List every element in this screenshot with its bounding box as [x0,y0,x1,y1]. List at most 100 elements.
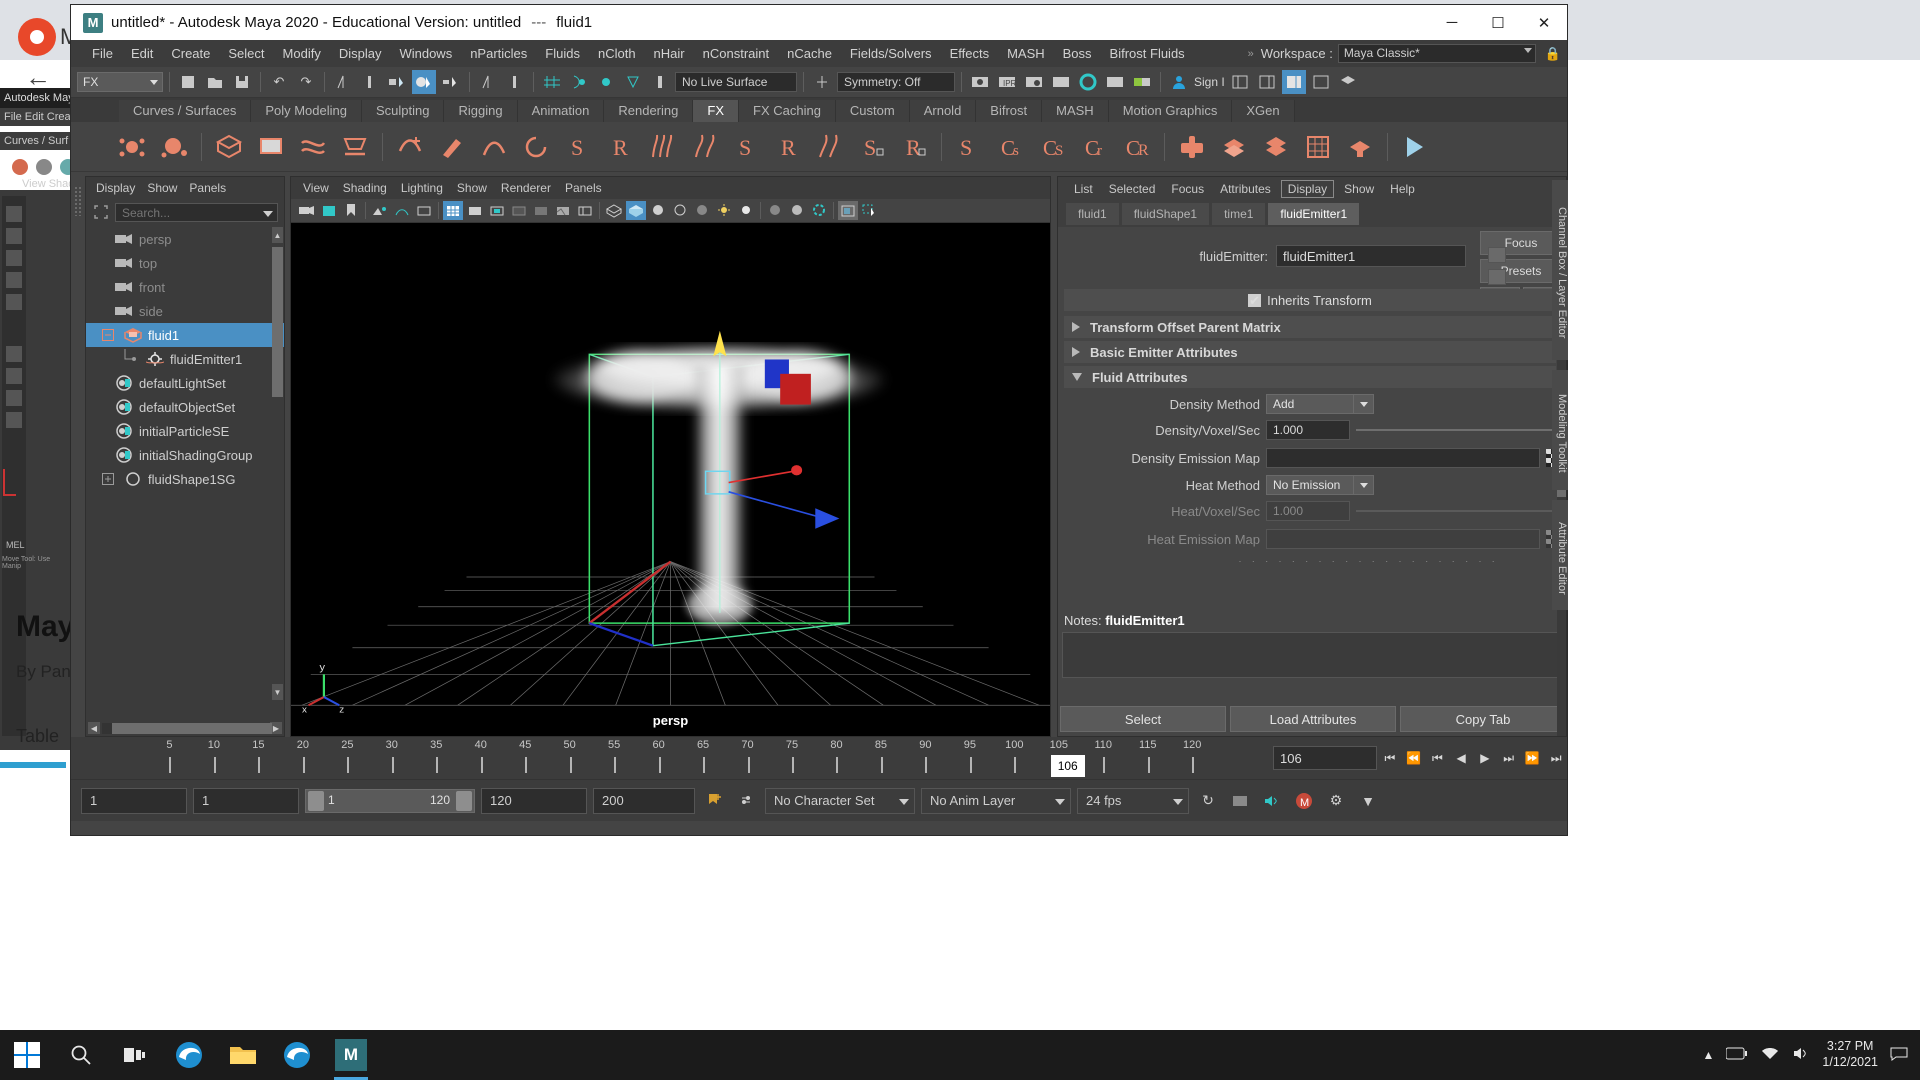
density-voxel-sec-field[interactable] [1266,420,1350,440]
animation-preferences-icon[interactable] [733,788,759,814]
render-settings-icon[interactable] [1022,70,1046,94]
open-scene-icon[interactable] [203,70,227,94]
go-to-end-icon[interactable]: ⏭ [1545,745,1567,771]
fluid-container-2d-icon[interactable]: Cs [996,132,1026,162]
save-scene-icon[interactable] [230,70,254,94]
ae-tab-time1[interactable]: time1 [1212,203,1266,225]
range-end-handle[interactable] [456,790,472,811]
user-account-icon[interactable] [1167,70,1191,94]
nhair-sim-r-icon[interactable]: R [899,132,929,162]
ae-tab-fluid1[interactable]: fluid1 [1066,203,1119,225]
ncloth-wave-icon[interactable] [298,132,328,162]
ao-icon[interactable] [692,201,712,220]
collapse-toggle-icon[interactable] [98,327,118,343]
material-display-icon[interactable] [670,201,690,220]
texture-display-icon[interactable] [648,201,668,220]
range-start-handle[interactable] [308,790,324,811]
grid-toggle-icon[interactable] [392,201,412,220]
wireframe-on-shaded-icon[interactable] [604,201,624,220]
expand-toggle-icon[interactable] [98,471,118,487]
inherits-transform-checkbox[interactable]: ✔ [1248,293,1262,307]
load-attributes-button[interactable]: Load Attributes [1230,706,1396,732]
search-input[interactable] [116,204,277,221]
taskbar-clock[interactable]: 3:27 PM 1/12/2021 [1822,1039,1878,1070]
shelf-tab-custom[interactable]: Custom [835,100,910,122]
ae-menu-display[interactable]: Display [1280,180,1335,198]
time-slider[interactable]: 5 10 15 20 25 30 35 40 45 50 55 60 65 70 75 80 85 90 95 100… [117,737,1267,779]
menu-bifrost-fluids[interactable]: Bifrost Fluids [1101,40,1194,67]
scroll-track[interactable] [102,722,272,734]
select-tool-icon[interactable] [412,70,436,94]
depth-of-field-icon[interactable] [787,201,807,220]
select-button[interactable]: Select [1060,706,1226,732]
menu-modify[interactable]: Modify [274,40,330,67]
select-by-object-icon[interactable] [358,70,382,94]
shelf-tab-fx[interactable]: FX [693,100,739,122]
go-to-start-icon[interactable]: ⏮ [1379,745,1401,771]
viewport-menu-renderer[interactable]: Renderer [501,181,551,195]
outliner-item-fluid1[interactable]: fluid1 [86,323,284,347]
outliner-item-initialshadinggroup[interactable]: initialShadingGroup [86,443,284,467]
new-scene-icon[interactable] [176,70,200,94]
shelf-tab-sculpting[interactable]: Sculpting [361,100,445,122]
outliner-item-side[interactable]: side [86,299,284,323]
shelf-tab-mash[interactable]: MASH [1042,100,1109,122]
lock-icon[interactable]: 🔒 [1545,46,1561,62]
menu-display[interactable]: Display [330,40,391,67]
shelf-tab-rigging[interactable]: Rigging [444,100,518,122]
shelf-tab-poly-modeling[interactable]: Poly Modeling [251,100,362,122]
ncloth-collide-icon[interactable] [340,132,370,162]
outliner-horizontal-scrollbar[interactable]: ◀ ▶ [86,720,284,736]
taskbar-edge-2[interactable] [270,1030,324,1080]
snap-curves2-icon[interactable] [567,70,591,94]
select-by-component-icon[interactable] [385,70,409,94]
snap-grid2-icon[interactable] [540,70,564,94]
live-surface-field[interactable]: No Live Surface [675,72,797,92]
density-method-dropdown[interactable]: Add [1266,394,1374,414]
density-voxel-sec-slider[interactable] [1356,420,1564,440]
workspace-dropdown[interactable]: Maya Classic* [1337,44,1536,63]
play-forwards-icon[interactable]: ▶ [1474,745,1496,771]
ae-menu-focus[interactable]: Focus [1165,182,1210,196]
maya-help-icon[interactable]: M [1291,788,1317,814]
panel-resize-dots[interactable]: · · · · · · · · · · · · · · · · · · · · [1238,554,1558,562]
ncache-r-icon[interactable]: R [605,132,635,162]
menu-boss[interactable]: Boss [1054,40,1101,67]
shelf-tab-motion-graphics[interactable]: Motion Graphics [1108,100,1233,122]
menu-mash[interactable]: MASH [998,40,1054,67]
channel-box-layer-editor-tab[interactable]: Channel Box / Layer Editor [1552,180,1568,360]
symmetry-field[interactable]: Symmetry: Off [837,72,955,92]
fluid-cache-icon[interactable]: CR [1122,132,1152,162]
viewport-menu-lighting[interactable]: Lighting [401,181,443,195]
wireframe-shading-icon[interactable] [443,201,463,220]
node-map-button-1[interactable] [1488,247,1506,263]
ae-tab-fluidshape1[interactable]: fluidShape1 [1121,203,1210,225]
ae-menu-help[interactable]: Help [1384,182,1421,196]
tool-settings-toggle-icon[interactable] [1255,70,1279,94]
boss-solver-icon[interactable] [1400,132,1430,162]
playblast-icon[interactable] [1227,788,1253,814]
nconstraint-add-icon[interactable] [395,132,425,162]
shelf-tab-bifrost[interactable]: Bifrost [976,100,1043,122]
ncache-s-icon[interactable]: S [563,132,593,162]
bifrost-mesh-icon[interactable] [1303,132,1333,162]
modeling-toolkit-toggle-icon[interactable] [1309,70,1333,94]
anim-end-field[interactable] [593,787,695,814]
select-marquee-icon[interactable] [860,201,880,220]
outliner-scroll-up-button[interactable]: ▲ [272,227,283,243]
image-plane-icon[interactable] [370,201,390,220]
select-camera-icon[interactable] [297,201,317,220]
isolate-select-icon[interactable] [809,201,829,220]
channel-box-toggle-icon[interactable] [1281,70,1306,94]
range-end-field[interactable] [481,787,587,814]
menu-overflow-icon[interactable]: » [1248,48,1254,60]
viewport-menu-view[interactable]: View [303,181,329,195]
step-forward-keyframe-icon[interactable]: ⏩ [1522,745,1544,771]
ipr-render-icon[interactable]: IPR [995,70,1019,94]
tray-expand-icon[interactable]: ▲ [1703,1048,1715,1062]
shadows-icon[interactable] [736,201,756,220]
nhair-paint-icon[interactable] [689,132,719,162]
ae-tab-fluidemitter1[interactable]: fluidEmitter1 [1268,203,1360,225]
minimize-button[interactable]: ─ [1429,5,1475,40]
node-map-button-2[interactable] [1488,269,1506,285]
